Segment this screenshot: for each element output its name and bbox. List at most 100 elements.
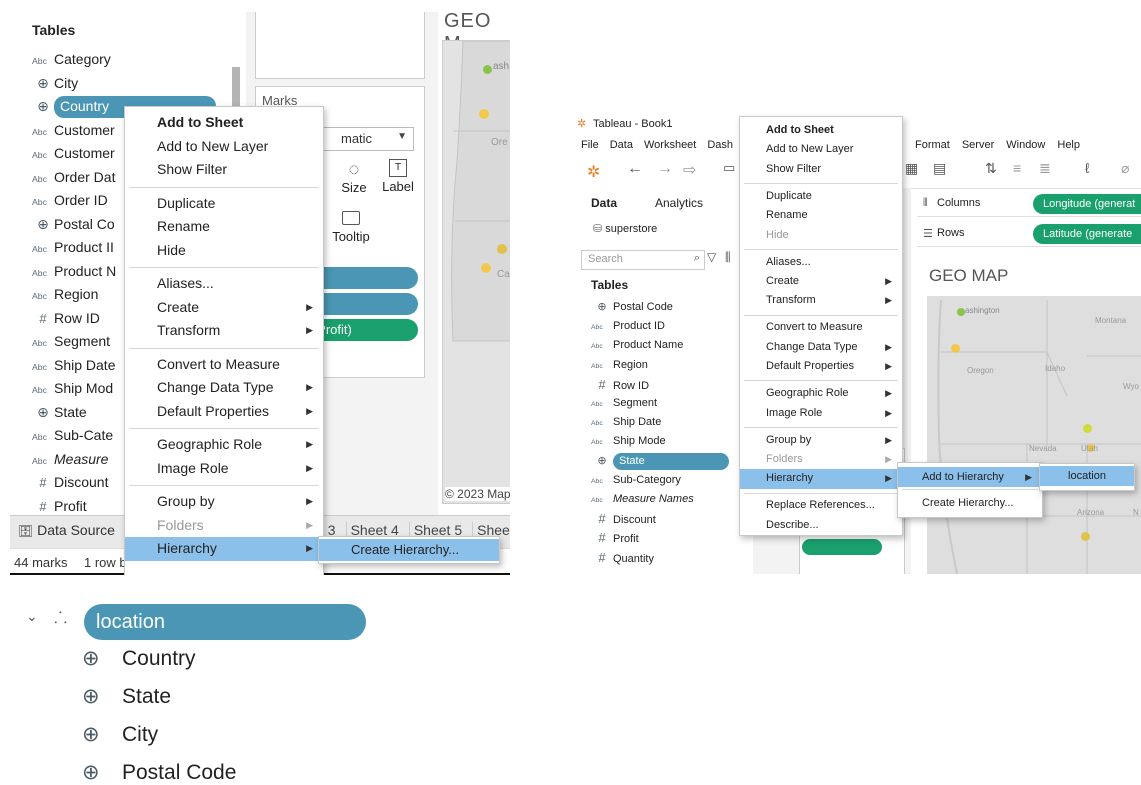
menubar-item[interactable]: Window — [1006, 139, 1045, 151]
menu-item-hierarchy[interactable]: Hierarchy ▶ — [740, 469, 902, 489]
menubar-item[interactable]: Format — [915, 139, 950, 151]
menu-item-group-by[interactable]: Group by ▶ — [125, 490, 323, 514]
collapse-chevron-icon[interactable]: ⌄ — [26, 608, 38, 625]
hierarchy-child-item[interactable]: ⊕ Postal Code — [82, 760, 236, 785]
map-point[interactable] — [1083, 424, 1092, 433]
menubar-item[interactable]: Server — [962, 139, 994, 151]
view-toggle-icon[interactable]: ⫼ — [725, 250, 731, 265]
menu-item-image-role[interactable]: Image Role ▶ — [125, 457, 323, 481]
map-point[interactable] — [479, 109, 489, 119]
field-item[interactable]: # Quantity — [591, 548, 654, 567]
attach-icon[interactable]: ⌀ — [1121, 160, 1129, 177]
field-item[interactable]: Abc Ship Mode — [591, 432, 666, 451]
right-map-view[interactable]: GEO MAP ashington Montana Oregon Idaho W… — [917, 252, 1141, 574]
menu-item-create[interactable]: Create ▶ — [125, 296, 323, 320]
right-marks-pill[interactable] — [802, 539, 882, 555]
tableau-home-icon[interactable]: ✲ — [587, 162, 600, 182]
size-button[interactable]: ◌ Size — [336, 159, 372, 203]
field-item[interactable]: ⊕ State — [591, 452, 729, 471]
menu-item-hide[interactable]: Hide — [125, 239, 323, 263]
field-item[interactable]: Abc Product Name — [591, 336, 683, 355]
field-item[interactable]: Abc Ship Date — [591, 413, 661, 432]
menu-item-aliases[interactable]: Aliases... — [125, 272, 323, 296]
field-item[interactable]: Abc Product N — [32, 260, 116, 284]
map-point[interactable] — [481, 263, 491, 273]
menu-item-replace-references[interactable]: Replace References... — [740, 496, 902, 515]
field-item[interactable]: Abc Order Dat — [32, 166, 115, 190]
sort-desc-icon[interactable]: ≣ — [1039, 160, 1051, 177]
highlight-icon[interactable]: ℓ — [1085, 160, 1090, 176]
tab-analytics[interactable]: Analytics — [655, 196, 703, 210]
field-item[interactable]: ⊕ State — [32, 401, 87, 425]
menu-item-rename[interactable]: Rename — [740, 206, 902, 225]
field-item[interactable]: Abc Measure — [32, 448, 108, 472]
field-item[interactable]: Abc Measure Names — [591, 490, 694, 509]
menu-item-add-to-hierarchy[interactable]: Add to Hierarchy ▶ — [898, 467, 1042, 487]
map-point[interactable] — [957, 308, 965, 316]
field-item[interactable]: Abc Product II — [32, 236, 114, 260]
menu-item-change-data-type[interactable]: Change Data Type ▶ — [125, 376, 323, 400]
menu-item-change-data-type[interactable]: Change Data Type ▶ — [740, 338, 902, 357]
field-item[interactable]: ⊕ Postal Co — [32, 213, 115, 237]
columns-shelf[interactable]: ⫴ Columns Longitude (generat — [917, 192, 1141, 217]
redo-icon[interactable]: ⇨ — [683, 160, 696, 180]
search-box[interactable]: Search ⌕ — [581, 250, 705, 270]
menu-item-duplicate[interactable]: Duplicate — [740, 187, 902, 206]
left-map-view[interactable]: GEO M ash Ore Ca © 2023 Map — [438, 12, 510, 515]
menu-item-hierarchy[interactable]: Hierarchy ▶ — [125, 537, 323, 561]
rows-pill-latitude[interactable]: Latitude (generate — [1033, 224, 1141, 244]
menu-item-show-filter[interactable]: Show Filter — [125, 158, 323, 182]
field-item[interactable]: Abc Sub-Category — [591, 471, 681, 490]
chart-icon[interactable]: ▦ — [905, 160, 918, 177]
field-item[interactable]: # Discount — [32, 471, 108, 495]
rows-shelf[interactable]: ☰ Rows Latitude (generate — [917, 222, 1141, 247]
clear-sheet-icon[interactable]: ▤ — [933, 160, 946, 177]
menu-item-add-to-new-layer[interactable]: Add to New Layer — [740, 140, 902, 159]
columns-pill-longitude[interactable]: Longitude (generat — [1033, 194, 1141, 214]
menubar-item[interactable]: Help — [1057, 139, 1080, 151]
datasource-row[interactable]: ⛁ superstore — [593, 222, 657, 235]
menu-item-default-properties[interactable]: Default Properties ▶ — [740, 357, 902, 376]
label-button[interactable]: T Label — [378, 159, 418, 203]
menubar-item[interactable]: File — [581, 139, 599, 151]
menu-item-convert-to-measure[interactable]: Convert to Measure — [740, 318, 902, 337]
menu-item-add-to-sheet[interactable]: Add to Sheet — [740, 121, 902, 140]
tooltip-button[interactable]: Tooltip — [326, 211, 376, 255]
menu-item-create-hierarchy[interactable]: Create Hierarchy... — [898, 493, 1042, 513]
menu-item-create[interactable]: Create ▶ — [740, 272, 902, 291]
sort-asc-icon[interactable]: ≡ — [1013, 160, 1021, 176]
menu-item-geographic-role[interactable]: Geographic Role ▶ — [740, 384, 902, 403]
menu-item-group-by[interactable]: Group by ▶ — [740, 431, 902, 450]
field-item[interactable]: # Discount — [591, 509, 655, 528]
menu-item-geographic-role[interactable]: Geographic Role ▶ — [125, 433, 323, 457]
swap-icon[interactable]: ⇅ — [985, 160, 997, 177]
map-point[interactable] — [497, 244, 507, 254]
forward-arrow-icon[interactable]: → — [657, 160, 673, 178]
field-item[interactable]: Abc Customer — [32, 119, 115, 143]
menu-item-image-role[interactable]: Image Role ▶ — [740, 404, 902, 423]
tab-data[interactable]: Data — [591, 196, 617, 210]
menu-item-default-properties[interactable]: Default Properties ▶ — [125, 400, 323, 424]
map-point[interactable] — [1081, 532, 1090, 541]
field-item[interactable]: Abc Customer — [32, 142, 115, 166]
menu-item-rename[interactable]: Rename — [125, 215, 323, 239]
menu-item-aliases[interactable]: Aliases... — [740, 253, 902, 272]
hierarchy-child-item[interactable]: ⊕ State — [82, 684, 171, 709]
map-point[interactable] — [951, 344, 960, 353]
menu-item-duplicate[interactable]: Duplicate — [125, 192, 323, 216]
menubar-item[interactable]: Dash — [707, 139, 733, 151]
menu-item-describe[interactable]: Describe... — [740, 516, 902, 535]
field-item[interactable]: Abc Segment — [32, 330, 110, 354]
filter-icon[interactable]: ▽ — [707, 250, 716, 264]
search-input[interactable]: Search — [588, 253, 623, 265]
field-item[interactable]: # Row ID — [32, 307, 100, 331]
field-item[interactable]: # Profit — [591, 528, 638, 547]
menu-item-add-to-new-layer[interactable]: Add to New Layer — [125, 135, 323, 159]
field-item[interactable]: ⊕ City — [32, 72, 78, 96]
location-hierarchy-menu-item[interactable]: location — [1040, 466, 1134, 486]
field-item[interactable]: ⊕ Postal Code — [591, 298, 673, 317]
field-item[interactable]: Abc Ship Date — [32, 354, 115, 378]
save-icon[interactable]: ▭ — [723, 160, 735, 176]
field-item[interactable]: Abc Region — [32, 283, 98, 307]
field-item[interactable]: # Row ID — [591, 375, 649, 394]
